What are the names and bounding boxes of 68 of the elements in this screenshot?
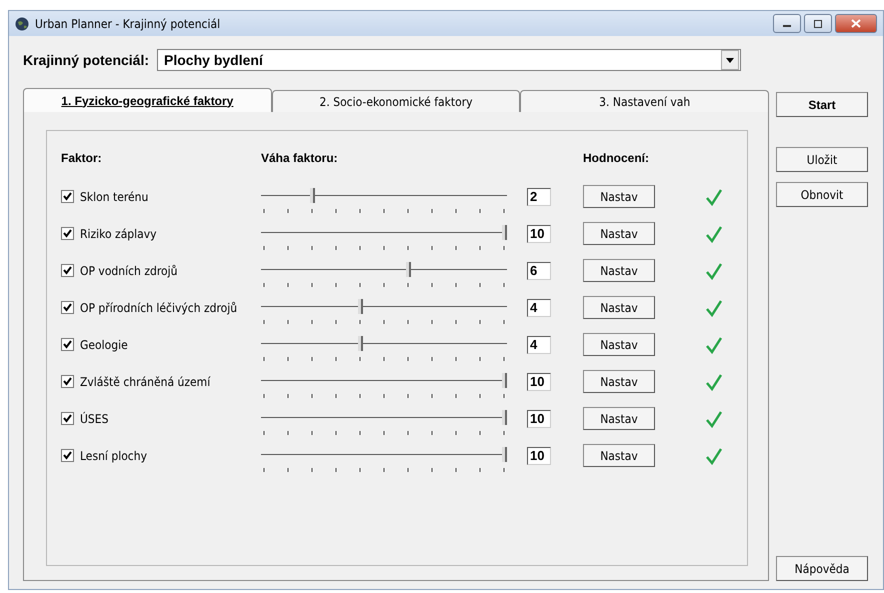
set-button[interactable]: Nastav — [583, 259, 655, 282]
set-button[interactable]: Nastav — [583, 407, 655, 430]
slider-thumb[interactable] — [502, 224, 507, 240]
tab[interactable]: 1. Fyzicko-geografické faktory — [23, 88, 272, 112]
set-button[interactable]: Nastav — [583, 333, 655, 356]
checkbox[interactable] — [61, 301, 74, 314]
weight-value-field[interactable]: 4 — [527, 336, 551, 354]
set-button[interactable]: Nastav — [583, 444, 655, 467]
set-button[interactable]: Nastav — [583, 185, 655, 208]
factor-label: Geologie — [80, 338, 128, 352]
weight-slider[interactable] — [261, 408, 507, 436]
weight-value-field[interactable]: 10 — [527, 446, 551, 464]
slider-thumb[interactable] — [502, 446, 507, 462]
slider-thumb[interactable] — [502, 372, 507, 388]
slider-thumb[interactable] — [358, 298, 363, 314]
help-button[interactable]: Nápověda — [776, 556, 868, 581]
potential-dropdown[interactable]: Plochy bydlení — [157, 49, 742, 71]
potential-label: Krajinný potenciál: — [23, 52, 150, 68]
checkbox[interactable] — [61, 190, 74, 203]
weight-slider[interactable] — [261, 446, 507, 474]
minimize-button[interactable] — [773, 14, 801, 33]
slider-thumb[interactable] — [406, 262, 411, 276]
weight-slider[interactable] — [261, 260, 507, 288]
dropdown-arrow-icon — [726, 58, 734, 62]
globe-icon — [15, 16, 29, 30]
checkbox[interactable] — [61, 375, 74, 388]
side-button[interactable]: Start — [776, 92, 868, 117]
column-header: Faktor: — [61, 150, 103, 167]
close-button[interactable] — [835, 14, 877, 33]
maximize-icon — [813, 20, 823, 28]
checkbox[interactable] — [61, 449, 74, 462]
factor-label: Lesní plochy — [80, 448, 147, 462]
checkbox[interactable] — [61, 227, 74, 240]
checkbox[interactable] — [61, 338, 74, 351]
weight-value-field[interactable]: 2 — [527, 188, 551, 206]
factor-label: ÚSES — [80, 412, 108, 426]
side-button[interactable]: Obnovit — [776, 182, 868, 207]
checkbox[interactable] — [61, 264, 74, 277]
factor-label: Sklon terénu — [80, 190, 148, 204]
close-icon — [851, 19, 861, 28]
side-button[interactable]: Uložit — [776, 147, 868, 172]
checkbox[interactable] — [61, 412, 74, 425]
slider-thumb[interactable] — [502, 410, 507, 424]
weight-slider[interactable] — [261, 298, 507, 326]
column-header: Hodnocení: — [583, 150, 650, 167]
set-button[interactable]: Nastav — [583, 370, 655, 393]
column-header: Váha faktoru: — [261, 150, 339, 167]
set-button[interactable]: Nastav — [583, 296, 655, 319]
slider-thumb[interactable] — [358, 336, 363, 350]
weight-value-field[interactable]: 10 — [527, 372, 551, 390]
weight-value-field[interactable]: 10 — [527, 410, 551, 428]
tab[interactable]: 2. Socio-ekonomické faktory — [272, 90, 520, 112]
factor-label: OP přírodních léčivých zdrojů — [80, 300, 238, 314]
window-title: Urban Planner - Krajinný potenciál — [35, 16, 222, 30]
weight-value-field[interactable]: 10 — [527, 224, 551, 242]
weight-value-field[interactable]: 6 — [527, 262, 551, 280]
factor-label: Zvláště chráněná území — [80, 374, 210, 388]
maximize-button[interactable] — [804, 14, 832, 33]
factor-label: Riziko záplavy — [80, 226, 157, 240]
set-button[interactable]: Nastav — [583, 222, 655, 245]
factor-label: OP vodních zdrojů — [80, 264, 178, 278]
slider-thumb[interactable] — [310, 188, 315, 202]
weight-slider[interactable] — [261, 224, 507, 252]
weight-value-field[interactable]: 4 — [527, 298, 551, 316]
tab[interactable]: 3. Nastavení vah — [520, 90, 770, 112]
weight-slider[interactable] — [261, 186, 507, 214]
weight-slider[interactable] — [261, 372, 507, 400]
weight-slider[interactable] — [261, 334, 507, 362]
